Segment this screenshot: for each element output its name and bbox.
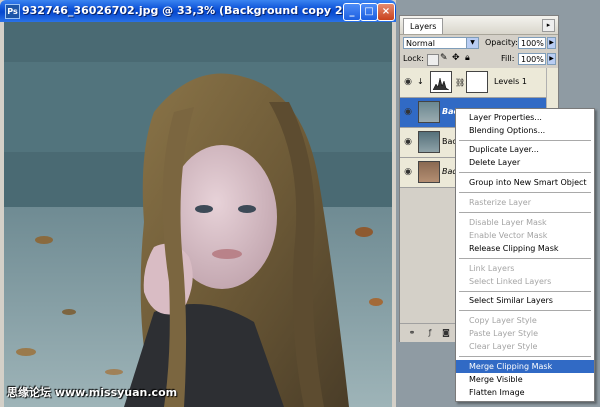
menu-item-layer-properties[interactable]: Layer Properties...	[456, 111, 594, 124]
photoshop-app-icon: Ps	[5, 4, 20, 19]
menu-item-merge-clipping-mask[interactable]: Merge Clipping Mask	[456, 360, 594, 373]
opacity-label: Opacity:	[485, 38, 518, 47]
document-window: Ps 932746_36026702.jpg @ 33,3% (Backgrou…	[0, 0, 396, 407]
layer-thumbnail	[418, 131, 440, 153]
blend-opacity-row: Normal ▼ Opacity: 100% ▶	[400, 36, 558, 50]
menu-item-copy-layer-style: Copy Layer Style	[469, 316, 537, 325]
eye-icon[interactable]: ◉	[402, 165, 414, 179]
document-titlebar[interactable]: Ps 932746_36026702.jpg @ 33,3% (Backgrou…	[0, 0, 396, 22]
menu-item-release-clipping-mask[interactable]: Release Clipping Mask	[456, 242, 594, 255]
menu-item-rasterize-layer: Rasterize Layer	[469, 198, 531, 207]
menu-item-delete-layer[interactable]: Delete Layer	[456, 156, 594, 169]
layer-context-menu: Layer Properties... Blending Options... …	[455, 108, 595, 402]
layer-mask-thumbnail	[466, 71, 488, 93]
tab-layers[interactable]: Layers	[403, 18, 444, 34]
eye-icon[interactable]: ◉	[402, 105, 414, 119]
document-title: 932746_36026702.jpg @ 33,3% (Background …	[22, 4, 394, 17]
fill-slider-arrow-icon[interactable]: ▶	[547, 53, 556, 65]
opacity-slider-arrow-icon[interactable]: ▶	[547, 37, 556, 49]
menu-separator	[459, 291, 591, 292]
blend-mode-value: Normal	[406, 39, 435, 48]
panel-menu-arrow-icon[interactable]: ▸	[542, 19, 555, 32]
lock-move-icon[interactable]: ✥	[452, 53, 460, 63]
close-button[interactable]: ×	[377, 3, 395, 21]
watermark: 思缘论坛 www.missyuan.com	[7, 386, 178, 399]
add-mask-icon[interactable]: ◙	[440, 327, 452, 339]
lock-fill-row: Lock: ✎ ✥ 🔒︎ Fill: 100% ▶	[400, 52, 558, 66]
minimize-button[interactable]: _	[343, 3, 361, 21]
layers-panel-header: Layers ▸	[400, 16, 558, 35]
layer-style-icon[interactable]: ƒ	[424, 327, 436, 339]
fill-label: Fill:	[501, 54, 515, 63]
image-canvas[interactable]	[4, 22, 392, 407]
menu-item-paste-layer-style: Paste Layer Style	[469, 329, 539, 338]
layer-name: Levels 1	[494, 77, 527, 86]
chevron-down-icon: ▼	[466, 38, 478, 48]
layer-row-levels[interactable]: ◉ ↓ ⛓ Levels 1	[400, 68, 546, 98]
menu-item-link-layers: Link Layers	[469, 264, 515, 273]
menu-item-blending-options[interactable]: Blending Options...	[456, 124, 594, 137]
layer-thumbnail	[418, 101, 440, 123]
link-layers-icon[interactable]: ⚭	[406, 327, 418, 339]
menu-item-enable-vector-mask: Enable Vector Mask	[469, 231, 548, 240]
menu-item-flatten-image[interactable]: Flatten Image	[456, 386, 594, 399]
menu-separator	[459, 172, 591, 173]
menu-item-clear-layer-style: Clear Layer Style	[469, 342, 538, 351]
menu-item-duplicate-layer[interactable]: Duplicate Layer...	[456, 143, 594, 156]
levels-adjustment-icon	[430, 71, 452, 93]
lock-paint-icon[interactable]: ✎	[440, 53, 448, 63]
menu-item-disable-layer-mask: Disable Layer Mask	[469, 218, 547, 227]
chain-link-icon: ⛓	[455, 78, 466, 87]
layer-thumbnail	[418, 161, 440, 183]
opacity-input[interactable]: 100%	[518, 37, 546, 49]
menu-separator	[459, 258, 591, 259]
menu-separator	[459, 212, 591, 213]
lock-all-icon[interactable]: 🔒︎	[465, 53, 470, 63]
menu-separator	[459, 192, 591, 193]
menu-separator	[459, 310, 591, 311]
menu-item-group-into-smart-object[interactable]: Group into New Smart Object	[456, 176, 594, 189]
clipping-arrow-icon: ↓	[417, 77, 424, 86]
eye-icon[interactable]: ◉	[402, 75, 414, 89]
fill-input[interactable]: 100%	[518, 53, 546, 65]
lock-label: Lock:	[403, 54, 424, 63]
blend-mode-select[interactable]: Normal ▼	[403, 37, 479, 49]
portrait-photo	[4, 22, 392, 407]
menu-separator	[459, 356, 591, 357]
eye-icon[interactable]: ◉	[402, 135, 414, 149]
menu-item-merge-visible[interactable]: Merge Visible	[456, 373, 594, 386]
maximize-button[interactable]: □	[360, 3, 378, 21]
menu-item-select-similar-layers[interactable]: Select Similar Layers	[456, 294, 594, 307]
menu-separator	[459, 140, 591, 141]
lock-transparent-icon[interactable]	[427, 54, 439, 66]
menu-item-select-linked-layers: Select Linked Layers	[469, 277, 552, 286]
